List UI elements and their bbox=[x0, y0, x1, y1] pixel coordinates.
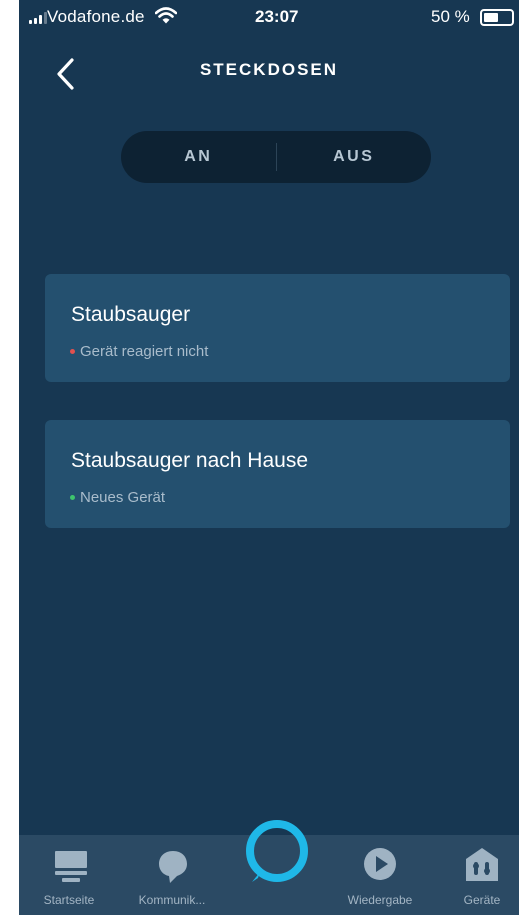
group-power-toggle: AN AUS bbox=[121, 131, 431, 183]
nav-item-play[interactable]: Wiedergabe bbox=[335, 835, 425, 915]
all-off-button[interactable]: AUS bbox=[277, 131, 432, 183]
cellular-signal-icon bbox=[29, 12, 47, 24]
clock: 23:07 bbox=[255, 7, 299, 26]
status-dot-icon bbox=[70, 495, 75, 500]
page-title: STECKDOSEN bbox=[199, 60, 339, 79]
status-bar: Vodafone.de 23:07 50 % bbox=[19, 0, 519, 36]
carrier-name: Vodafone.de bbox=[47, 7, 145, 26]
app-screen: Vodafone.de 23:07 50 % STECKDOSEN AN AUS… bbox=[19, 0, 519, 915]
play-icon bbox=[364, 848, 396, 880]
nav-item-devices[interactable]: Geräte bbox=[447, 835, 517, 915]
device-status: Gerät reagiert nicht bbox=[70, 343, 208, 360]
all-on-button[interactable]: AN bbox=[121, 131, 276, 183]
nav-item-communicate[interactable]: Kommunik... bbox=[127, 835, 217, 915]
alexa-button[interactable] bbox=[244, 818, 310, 884]
device-status: Neues Gerät bbox=[70, 489, 165, 506]
chat-bubble-icon bbox=[159, 851, 187, 883]
alexa-ring-icon bbox=[246, 820, 308, 882]
device-status-text: Gerät reagiert nicht bbox=[80, 343, 209, 360]
status-dot-icon bbox=[70, 349, 75, 354]
device-name: Staubsauger bbox=[71, 303, 191, 326]
battery-percentage: 50 % bbox=[431, 7, 470, 26]
nav-label: Kommunik... bbox=[138, 893, 206, 907]
wifi-icon bbox=[155, 7, 177, 24]
device-name: Staubsauger nach Hause bbox=[71, 449, 308, 472]
battery-icon bbox=[480, 9, 514, 26]
device-card[interactable]: Staubsauger Gerät reagiert nicht bbox=[45, 274, 510, 382]
device-card[interactable]: Staubsauger nach Hause Neues Gerät bbox=[45, 420, 510, 528]
nav-label: Geräte bbox=[463, 893, 501, 907]
devices-house-icon bbox=[466, 848, 498, 881]
home-icon bbox=[55, 851, 87, 882]
nav-item-home[interactable]: Startseite bbox=[29, 835, 109, 915]
nav-label: Wiedergabe bbox=[347, 893, 413, 907]
device-status-text: Neues Gerät bbox=[80, 489, 166, 506]
nav-label: Startseite bbox=[43, 893, 95, 907]
